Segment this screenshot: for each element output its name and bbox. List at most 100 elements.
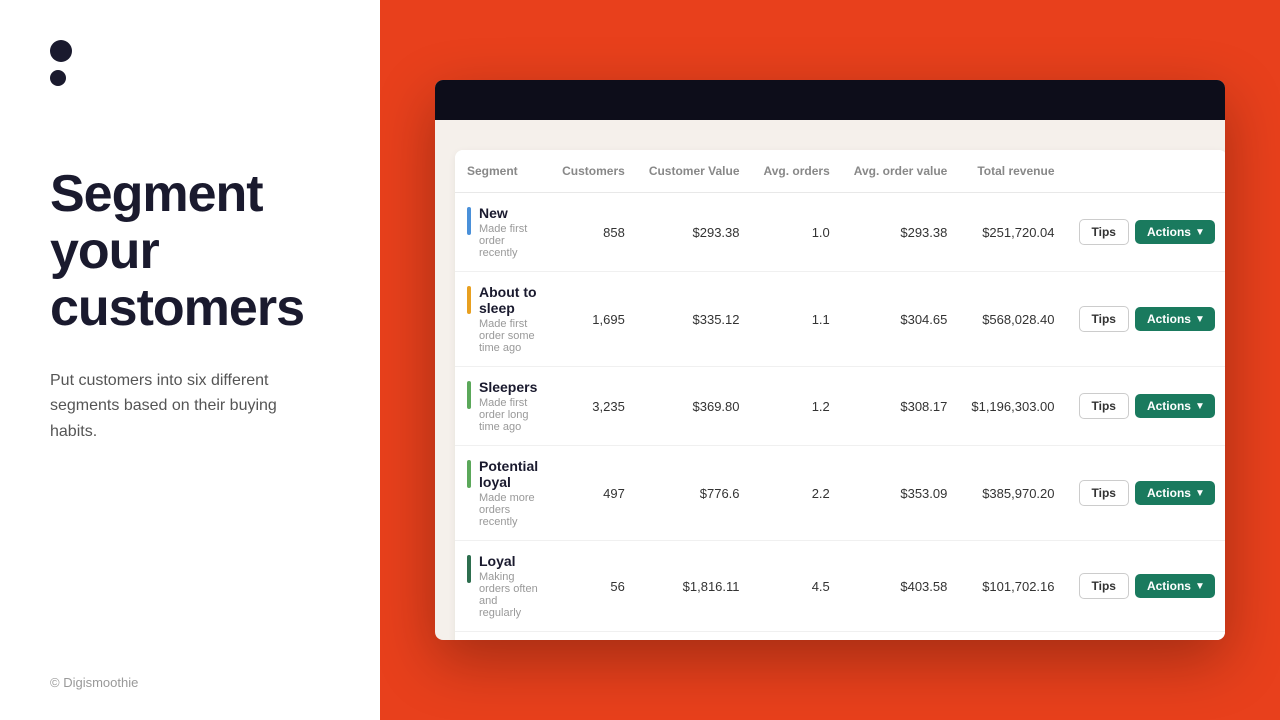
app-titlebar: [435, 80, 1225, 120]
avg-orders-3: 2.2: [752, 446, 842, 541]
segment-color-0: [467, 207, 471, 235]
total-revenue-1: $568,028.40: [959, 272, 1066, 367]
actions-chevron-1: ▼: [1195, 314, 1205, 325]
actions-chevron-0: ▼: [1195, 227, 1205, 238]
col-customers: Customers: [550, 150, 637, 193]
subtext: Put customers into six different segment…: [50, 368, 310, 445]
customer-value-0: $293.38: [637, 193, 752, 272]
actions-cell-0: Tips Actions ▼: [1067, 193, 1226, 272]
segment-color-1: [467, 286, 471, 314]
avg-order-value-5: $384.12: [842, 632, 960, 641]
col-segment: Segment: [455, 150, 550, 193]
table-row: Sleepers Made first order long time ago …: [455, 367, 1225, 446]
segment-color-4: [467, 555, 471, 583]
customers-3: 497: [550, 446, 637, 541]
logo: [50, 40, 330, 86]
avg-orders-4: 4.5: [752, 541, 842, 632]
segment-color-3: [467, 460, 471, 488]
col-avg-order-value: Avg. order value: [842, 150, 960, 193]
segment-table: Segment Customers Customer Value Avg. or…: [455, 150, 1225, 640]
total-revenue-4: $101,702.16: [959, 541, 1066, 632]
segment-color-2: [467, 381, 471, 409]
col-actions-header: [1067, 150, 1226, 193]
segment-desc-4: Making orders often and regularly: [479, 571, 538, 619]
left-content: Segment your customers Put customers int…: [50, 166, 330, 680]
actions-button-4[interactable]: Actions ▼: [1135, 574, 1215, 598]
segment-name-cell-5: Loyal at risk Previously Loyal not order…: [455, 632, 550, 641]
customer-value-3: $776.6: [637, 446, 752, 541]
customer-value-4: $1,816.11: [637, 541, 752, 632]
table-body: New Made first order recently 858 $293.3…: [455, 193, 1225, 641]
actions-button-0[interactable]: Actions ▼: [1135, 220, 1215, 244]
actions-chevron-3: ▼: [1195, 488, 1205, 499]
actions-button-2[interactable]: Actions ▼: [1135, 394, 1215, 418]
col-avg-orders: Avg. orders: [752, 150, 842, 193]
logo-dot-small: [50, 70, 66, 86]
tips-button-0[interactable]: Tips: [1079, 219, 1129, 245]
actions-cell-3: Tips Actions ▼: [1067, 446, 1226, 541]
segment-name-cell-4: Loyal Making orders often and regularly: [455, 541, 550, 632]
customers-1: 1,695: [550, 272, 637, 367]
tips-button-4[interactable]: Tips: [1079, 573, 1129, 599]
table-row: Loyal Making orders often and regularly …: [455, 541, 1225, 632]
customer-value-5: $1,498.07: [637, 632, 752, 641]
segment-desc-3: Made more orders recently: [479, 492, 538, 528]
segment-desc-0: Made first order recently: [479, 223, 538, 259]
tips-button-1[interactable]: Tips: [1079, 306, 1129, 332]
col-total-revenue: Total revenue: [959, 150, 1066, 193]
left-panel: Segment your customers Put customers int…: [0, 0, 380, 720]
segment-label-4: Loyal: [479, 553, 538, 569]
avg-order-value-4: $403.58: [842, 541, 960, 632]
logo-dot-large: [50, 40, 72, 62]
table-row: Loyal at risk Previously Loyal not order…: [455, 632, 1225, 641]
segment-desc-2: Made first order long time ago: [479, 397, 538, 433]
actions-cell-2: Tips Actions ▼: [1067, 367, 1226, 446]
table-row: Potential loyal Made more orders recentl…: [455, 446, 1225, 541]
segment-label-0: New: [479, 205, 538, 221]
actions-cell-1: Tips Actions ▼: [1067, 272, 1226, 367]
footer-copyright: © Digismoothie: [50, 675, 138, 690]
app-body: Segment Customers Customer Value Avg. or…: [435, 120, 1225, 640]
customers-4: 56: [550, 541, 637, 632]
avg-order-value-2: $308.17: [842, 367, 960, 446]
segment-label-3: Potential loyal: [479, 458, 538, 490]
actions-button-3[interactable]: Actions ▼: [1135, 481, 1215, 505]
avg-order-value-1: $304.65: [842, 272, 960, 367]
avg-orders-2: 1.2: [752, 367, 842, 446]
total-revenue-2: $1,196,303.00: [959, 367, 1066, 446]
customers-5: 11: [550, 632, 637, 641]
actions-chevron-2: ▼: [1195, 401, 1205, 412]
col-customer-value: Customer Value: [637, 150, 752, 193]
tips-button-2[interactable]: Tips: [1079, 393, 1129, 419]
customers-2: 3,235: [550, 367, 637, 446]
segment-desc-1: Made first order some time ago: [479, 318, 538, 354]
table-header: Segment Customers Customer Value Avg. or…: [455, 150, 1225, 193]
customer-value-2: $369.80: [637, 367, 752, 446]
customer-value-1: $335.12: [637, 272, 752, 367]
total-revenue-3: $385,970.20: [959, 446, 1066, 541]
segment-name-cell-2: Sleepers Made first order long time ago: [455, 367, 550, 446]
actions-cell-5: Tips Actions ▼: [1067, 632, 1226, 641]
avg-order-value-0: $293.38: [842, 193, 960, 272]
total-revenue-0: $251,720.04: [959, 193, 1066, 272]
actions-cell-4: Tips Actions ▼: [1067, 541, 1226, 632]
actions-chevron-4: ▼: [1195, 581, 1205, 592]
avg-orders-0: 1.0: [752, 193, 842, 272]
customers-0: 858: [550, 193, 637, 272]
segment-label-1: About to sleep: [479, 284, 538, 316]
segment-name-cell-3: Potential loyal Made more orders recentl…: [455, 446, 550, 541]
segment-name-cell-1: About to sleep Made first order some tim…: [455, 272, 550, 367]
segment-label-2: Sleepers: [479, 379, 538, 395]
actions-button-1[interactable]: Actions ▼: [1135, 307, 1215, 331]
avg-orders-5: 3.9: [752, 632, 842, 641]
segment-name-cell-0: New Made first order recently: [455, 193, 550, 272]
total-revenue-5: $16,478.75: [959, 632, 1066, 641]
right-panel: Segment Customers Customer Value Avg. or…: [380, 0, 1280, 720]
headline: Segment your customers: [50, 166, 330, 338]
app-window: Segment Customers Customer Value Avg. or…: [435, 80, 1225, 640]
tips-button-3[interactable]: Tips: [1079, 480, 1129, 506]
table-row: About to sleep Made first order some tim…: [455, 272, 1225, 367]
table-row: New Made first order recently 858 $293.3…: [455, 193, 1225, 272]
avg-orders-1: 1.1: [752, 272, 842, 367]
avg-order-value-3: $353.09: [842, 446, 960, 541]
